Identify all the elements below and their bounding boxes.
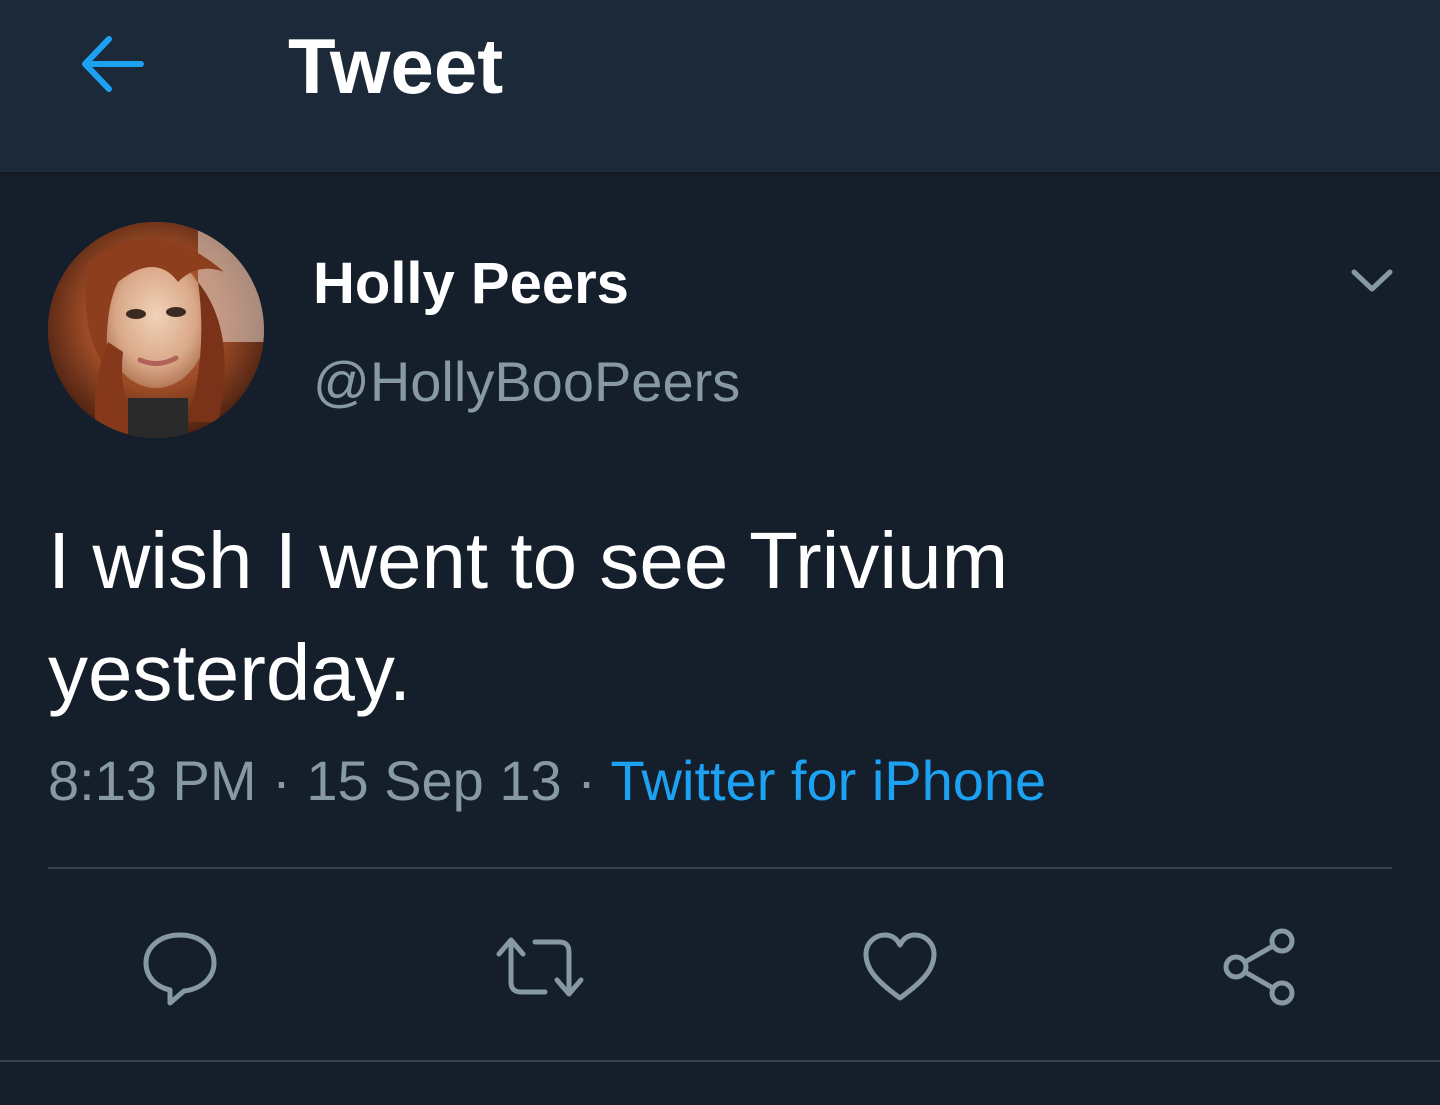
- avatar[interactable]: [48, 222, 264, 438]
- retweet-icon: [496, 937, 584, 997]
- tweet-menu-button[interactable]: [1344, 256, 1400, 306]
- chevron-down-icon: [1351, 269, 1393, 292]
- bottom-divider: [0, 1060, 1440, 1062]
- tweet-text-line: yesterday.: [48, 628, 412, 717]
- author-handle[interactable]: @HollyBooPeers: [313, 350, 740, 414]
- tweet-time: 8:13 PM: [48, 749, 257, 812]
- tweet-date: 15 Sep 13: [306, 749, 562, 812]
- reply-icon: [143, 932, 217, 1006]
- arrow-left-icon: [82, 36, 144, 92]
- like-button[interactable]: [855, 922, 945, 1012]
- top-bar: Tweet: [0, 0, 1440, 172]
- reply-button[interactable]: [135, 922, 225, 1012]
- heart-icon: [863, 932, 937, 1001]
- share-icon: [1223, 928, 1295, 1006]
- tweet-text-line: I wish I went to see Trivium: [48, 516, 1009, 605]
- page-title: Tweet: [288, 22, 504, 110]
- share-button[interactable]: [1215, 922, 1305, 1012]
- tweet-text: I wish I went to see Trivium yesterday.: [48, 505, 1348, 729]
- tweet-meta: 8:13 PM · 15 Sep 13 · Twitter for iPhone: [48, 748, 1046, 814]
- author-display-name[interactable]: Holly Peers: [313, 252, 629, 316]
- divider: [48, 867, 1392, 869]
- retweet-button[interactable]: [495, 922, 585, 1012]
- profile-photo: [48, 222, 264, 438]
- meta-separator: ·: [561, 749, 611, 812]
- tweet-source-link[interactable]: Twitter for iPhone: [610, 749, 1046, 812]
- meta-separator: ·: [256, 749, 307, 812]
- back-button[interactable]: [72, 24, 152, 104]
- top-bar-shadow: [0, 172, 1440, 178]
